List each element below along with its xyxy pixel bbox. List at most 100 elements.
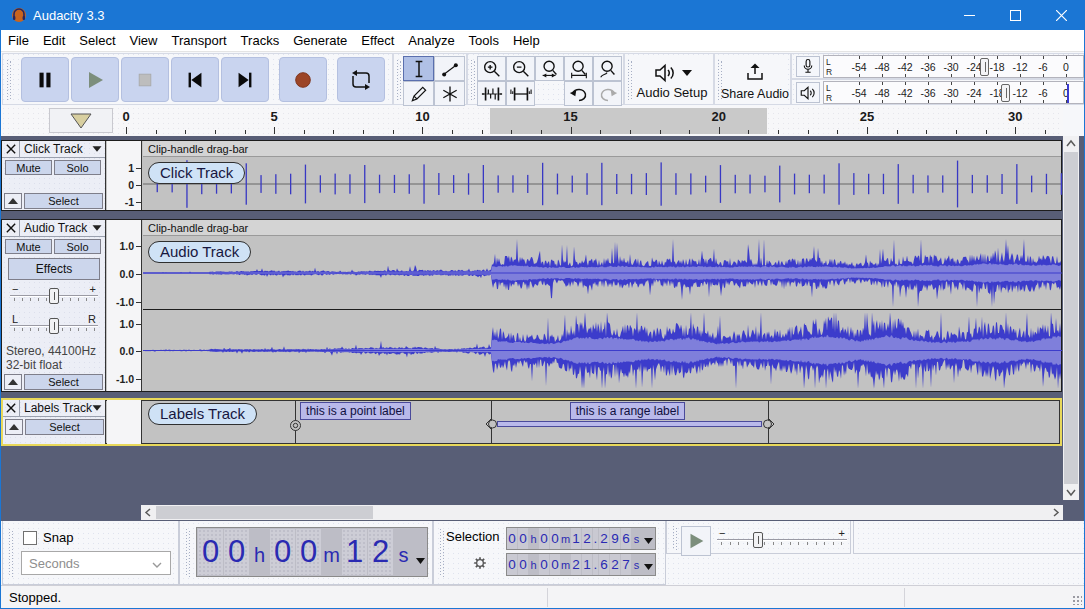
range-label-text[interactable]: this is a range label	[570, 402, 685, 420]
menu-tracks[interactable]: Tracks	[234, 30, 287, 52]
vertical-scrollbar[interactable]	[1063, 136, 1079, 500]
maximize-button[interactable]	[992, 0, 1038, 30]
skip-to-end-button[interactable]	[221, 57, 269, 102]
selection-start-field[interactable]: 00h00m12.296s	[506, 527, 656, 550]
zoom-to-selection-button[interactable]	[535, 56, 564, 81]
recording-meter-box[interactable]: LR-54-48-42-36-30-24-18-12-60	[823, 55, 1084, 78]
toolbar-grip[interactable]	[7, 60, 11, 100]
selection-digit[interactable]: 0	[550, 528, 560, 549]
effects-button[interactable]: Effects	[8, 258, 100, 280]
point-label-text[interactable]: this is a point label	[300, 402, 411, 420]
audio-channel-left-waveform[interactable]	[143, 237, 1061, 309]
selection-digit[interactable]: 0	[539, 528, 549, 549]
playback-meter-box[interactable]: LR-54-48-42-36-30-24-18-12-60	[823, 81, 1084, 104]
range-label-handle-right[interactable]	[762, 417, 775, 431]
gain-slider[interactable]: −+	[10, 286, 98, 306]
time-digit[interactable]: 2	[368, 529, 393, 575]
toolbar-grip[interactable]	[628, 60, 632, 100]
track-close-button[interactable]	[2, 141, 20, 157]
zoom-in-button[interactable]	[477, 56, 506, 81]
selection-digit[interactable]: 2	[582, 528, 592, 549]
click-track-waveform[interactable]	[143, 158, 1061, 210]
selection-digit[interactable]: 0	[550, 554, 560, 575]
horizontal-scrollbar[interactable]	[141, 505, 1063, 520]
record-button[interactable]	[279, 57, 327, 102]
menu-transport[interactable]: Transport	[164, 30, 233, 52]
selection-settings-gear-icon[interactable]	[470, 553, 490, 577]
selection-digit[interactable]: 2	[571, 554, 581, 575]
menu-effect[interactable]: Effect	[354, 30, 401, 52]
zoom-out-button[interactable]	[506, 56, 535, 81]
loop-button[interactable]	[337, 57, 385, 102]
selection-digit[interactable]: 1	[571, 528, 581, 549]
menu-view[interactable]: View	[123, 30, 165, 52]
undo-button[interactable]	[564, 81, 593, 106]
minimize-button[interactable]	[946, 0, 992, 30]
envelope-tool-button[interactable]	[434, 56, 465, 81]
time-digit[interactable]: 1	[342, 529, 367, 575]
click-track-content[interactable]: Clip-handle drag-barClick Track	[143, 141, 1061, 210]
menu-tools[interactable]: Tools	[462, 30, 506, 52]
playback-meter-slider-thumb[interactable]	[1001, 84, 1010, 102]
draw-tool-button[interactable]	[403, 81, 434, 106]
track-menu-dropdown[interactable]	[93, 405, 102, 410]
selection-digit[interactable]: 0	[507, 528, 517, 549]
record-meter-mic-icon[interactable]	[796, 56, 820, 77]
menu-file[interactable]: File	[1, 30, 36, 52]
click-track-vruler[interactable]: 10-1	[107, 141, 142, 210]
play-button[interactable]	[71, 57, 119, 102]
toolbar-grip[interactable]	[9, 529, 13, 577]
selection-digit[interactable]: 2	[599, 528, 609, 549]
play-at-speed-button[interactable]	[681, 526, 711, 556]
snap-mode-dropdown[interactable]: Seconds	[21, 551, 171, 575]
selection-digit[interactable]: 6	[621, 528, 631, 549]
selection-digit[interactable]: 6	[599, 554, 609, 575]
time-digit[interactable]: 0	[198, 529, 223, 575]
track-close-button[interactable]	[2, 220, 20, 236]
track-labels-track[interactable]: Labels TrackSelectLabels Trackthis is a …	[1, 398, 1062, 446]
labels-track-content[interactable]: Labels Trackthis is a point labelthis is…	[143, 400, 1060, 444]
track-menu-dropdown[interactable]	[93, 225, 102, 230]
selection-digit[interactable]: 2	[610, 554, 620, 575]
menu-generate[interactable]: Generate	[286, 30, 354, 52]
selection-digit[interactable]: .	[593, 528, 598, 549]
field-dropdown-arrow[interactable]	[644, 556, 653, 574]
fit-project-button[interactable]	[564, 56, 593, 81]
selection-end-field[interactable]: 00h00m21.627s	[506, 553, 656, 576]
select-track-button[interactable]: Select	[24, 374, 103, 390]
resize-grip[interactable]	[1072, 595, 1082, 605]
menu-select[interactable]: Select	[72, 30, 122, 52]
pan-slider[interactable]: LR	[10, 316, 98, 336]
zoom-toggle-button[interactable]	[593, 56, 622, 81]
stop-button[interactable]	[121, 57, 169, 102]
toolbar-grip[interactable]	[440, 529, 444, 577]
audio-track-vruler[interactable]: 1.00.0-1.01.00.0-1.0	[107, 220, 142, 391]
toolbar-grip[interactable]	[397, 60, 401, 100]
toolbar-grip[interactable]	[186, 529, 190, 577]
field-dropdown-arrow[interactable]	[644, 530, 653, 548]
select-track-button[interactable]: Select	[25, 419, 104, 435]
playback-meter-speaker-icon[interactable]	[796, 82, 820, 103]
pan-slider-thumb[interactable]	[49, 318, 59, 334]
time-digit[interactable]: 0	[224, 529, 249, 575]
range-label-handle-left[interactable]	[485, 417, 498, 431]
recording-meter-slider-thumb[interactable]	[980, 58, 989, 76]
toolbar-grip[interactable]	[673, 526, 677, 550]
gain-slider-thumb[interactable]	[49, 288, 59, 304]
collapse-track-button[interactable]	[4, 374, 22, 390]
menu-analyze[interactable]: Analyze	[401, 30, 461, 52]
skip-to-start-button[interactable]	[171, 57, 219, 102]
redo-button[interactable]	[593, 81, 622, 106]
time-display[interactable]: 00h00m12s	[196, 527, 428, 577]
selection-tool-button[interactable]	[403, 56, 434, 81]
solo-button[interactable]: Solo	[54, 239, 101, 254]
selection-digit[interactable]: 9	[610, 528, 620, 549]
solo-button[interactable]: Solo	[54, 160, 101, 175]
selection-digit[interactable]: 1	[582, 554, 592, 575]
close-button[interactable]	[1038, 0, 1084, 30]
timeline-ruler[interactable]: 051015202530	[1, 106, 1063, 136]
time-digit[interactable]: 0	[296, 529, 321, 575]
selection-digit[interactable]: .	[593, 554, 598, 575]
snap-checkbox[interactable]	[23, 531, 37, 545]
share-audio-button[interactable]: Share Audio	[722, 56, 788, 104]
